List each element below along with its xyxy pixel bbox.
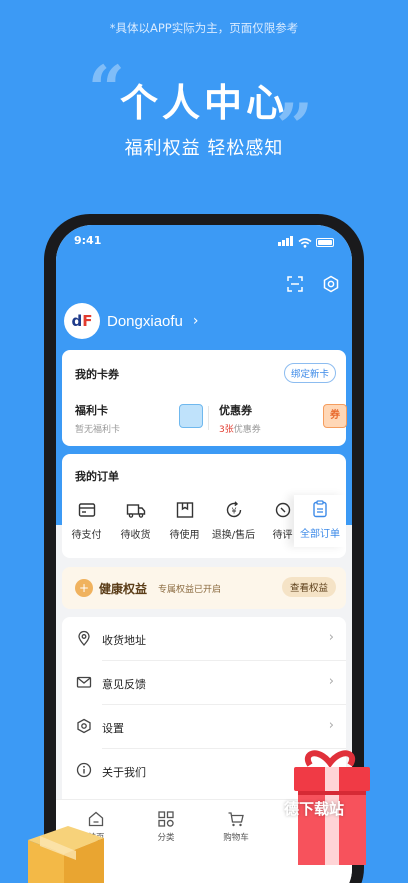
welfare-card-entry[interactable]: 福利卡 暂无福利卡 bbox=[75, 402, 203, 438]
coupon-ticket-icon: 券 bbox=[323, 404, 347, 428]
cell-signal-icon bbox=[278, 236, 294, 249]
user-profile[interactable]: dF Dongxiaofu › bbox=[64, 303, 199, 339]
order-label: 待支付 bbox=[71, 530, 102, 541]
username[interactable]: Dongxiaofu bbox=[107, 313, 183, 330]
scan-icon[interactable] bbox=[286, 275, 304, 293]
order-label: 待收货 bbox=[120, 530, 151, 541]
watermark-text: 德下载站 bbox=[284, 800, 345, 818]
avatar[interactable]: dF bbox=[64, 303, 100, 339]
review-icon bbox=[275, 502, 290, 518]
menu-item-address[interactable]: 收货地址 › bbox=[62, 617, 346, 661]
promo-note: *具体以APP实际为主，页面仅限参考 bbox=[109, 21, 299, 35]
order-all-label: 全部订单 bbox=[300, 529, 340, 540]
settings-icon[interactable] bbox=[322, 275, 340, 293]
chevron-right-icon: › bbox=[328, 674, 334, 689]
orders-title: 我的订单 bbox=[75, 470, 119, 483]
tab-cart[interactable]: 购物车 bbox=[206, 810, 266, 843]
menu-item-settings[interactable]: 设置 › bbox=[62, 705, 346, 749]
category-icon bbox=[158, 811, 174, 827]
status-bar: 9:41 bbox=[56, 234, 352, 254]
order-after-sales[interactable]: ¥ 退换/售后 bbox=[209, 500, 258, 541]
health-benefits-banner[interactable]: + 健康权益 专属权益已开启 查看权益 bbox=[62, 567, 346, 609]
menu-item-feedback[interactable]: 意见反馈 › bbox=[62, 661, 346, 705]
tab-label: 购物车 bbox=[223, 833, 249, 843]
chevron-right-icon: › bbox=[328, 718, 334, 733]
menu-label: 关于我们 bbox=[102, 766, 146, 779]
cards-panel: 我的卡券 绑定新卡 福利卡 暂无福利卡 优惠券 3张优惠券 券 bbox=[62, 350, 347, 446]
order-pending-use[interactable]: 待使用 bbox=[160, 500, 209, 541]
order-pending-delivery[interactable]: 待收货 bbox=[111, 500, 160, 541]
clipboard-icon bbox=[313, 500, 327, 518]
cards-title: 我的卡券 bbox=[75, 368, 119, 381]
info-icon bbox=[76, 762, 92, 778]
promo-subtitle: 福利权益 轻松感知 bbox=[124, 138, 284, 159]
menu-label: 设置 bbox=[102, 722, 124, 735]
box-icon bbox=[176, 502, 193, 518]
header-actions bbox=[286, 275, 340, 293]
menu-label: 意见反馈 bbox=[102, 678, 146, 691]
status-time: 9:41 bbox=[74, 234, 102, 247]
menu-label: 收货地址 bbox=[102, 634, 146, 647]
health-subtitle: 专属权益已开启 bbox=[158, 585, 222, 595]
chevron-right-icon: › bbox=[192, 313, 199, 329]
tab-category[interactable]: 分类 bbox=[136, 810, 196, 843]
wallet-icon bbox=[78, 503, 95, 517]
coupon-desc-suffix: 优惠券 bbox=[233, 425, 261, 435]
status-icons bbox=[278, 236, 334, 249]
orders-panel: 我的订单 待支付 待收货 待使用 ¥ 退换/售后 待评 全部订单 bbox=[62, 454, 346, 558]
truck-icon bbox=[126, 504, 145, 518]
battery-icon bbox=[316, 238, 334, 247]
avatar-letter-2: F bbox=[82, 312, 93, 330]
coupon-entry[interactable]: 优惠券 3张优惠券 券 bbox=[219, 402, 347, 438]
order-status-list: 待支付 待收货 待使用 ¥ 退换/售后 待评 全部订单 bbox=[62, 495, 346, 547]
refund-icon: ¥ bbox=[226, 501, 241, 518]
cart-icon bbox=[228, 812, 244, 827]
order-label: 待评 bbox=[272, 530, 293, 541]
health-title: 健康权益 bbox=[99, 582, 148, 596]
bind-card-button[interactable]: 绑定新卡 bbox=[283, 363, 336, 383]
coupon-count: 3张 bbox=[219, 425, 234, 435]
order-pending-payment[interactable]: 待支付 bbox=[62, 500, 111, 541]
promo-title: 个人中心 bbox=[119, 81, 288, 125]
package-box-icon bbox=[28, 826, 104, 883]
order-label: 待使用 bbox=[169, 530, 200, 541]
avatar-letter-1: d bbox=[71, 312, 83, 330]
card-wallet-icon bbox=[179, 404, 203, 428]
chevron-right-icon: › bbox=[328, 630, 334, 645]
svg-text:¥: ¥ bbox=[231, 507, 236, 516]
order-all[interactable]: 全部订单 bbox=[294, 495, 346, 547]
location-icon bbox=[78, 630, 90, 646]
mail-icon bbox=[76, 676, 92, 688]
divider bbox=[208, 406, 209, 430]
health-plus-icon: + bbox=[75, 579, 93, 597]
settings-hex-icon bbox=[77, 718, 91, 734]
view-benefits-button[interactable]: 查看权益 bbox=[281, 577, 336, 597]
tab-label: 分类 bbox=[157, 833, 175, 843]
order-label: 退换/售后 bbox=[211, 530, 256, 541]
wifi-icon bbox=[298, 237, 312, 248]
